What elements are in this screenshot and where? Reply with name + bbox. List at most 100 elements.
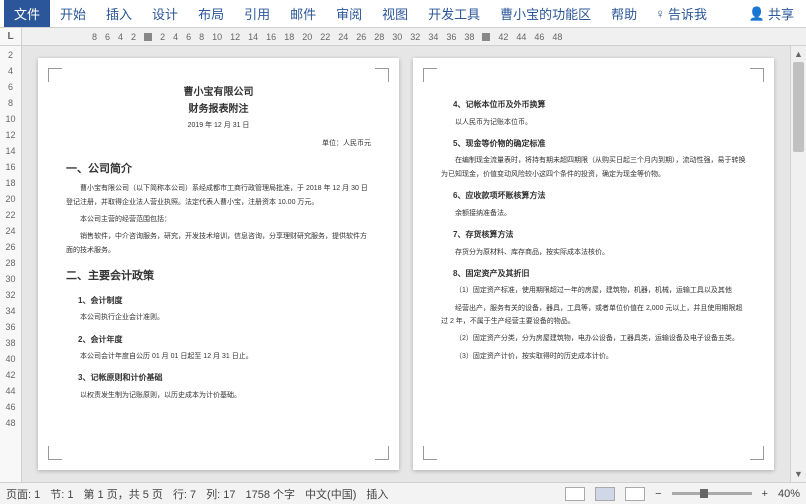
vertical-ruler[interactable]: 2 4 6 8 10 12 14 16 18 20 22 24 26 28 30… xyxy=(0,46,22,482)
paragraph: 经营出产，服务有关的设备，器具，工具等，或者单位价值在 2,000 元以上，并且… xyxy=(441,302,746,329)
crop-mark-icon xyxy=(375,446,389,460)
ruler-tick: 38 xyxy=(5,338,15,348)
status-word-count[interactable]: 1758 个字 xyxy=(246,486,296,502)
ruler-tick: 36 xyxy=(5,322,15,332)
status-col[interactable]: 列: 17 xyxy=(206,486,235,502)
paragraph: 存货分为原材料、库存商品，按实际成本法核价。 xyxy=(441,246,746,259)
crop-mark-icon xyxy=(48,446,62,460)
ruler-tick: 6 xyxy=(105,32,110,42)
ruler-tick: 8 xyxy=(199,32,204,42)
heading-2: 6、应收款项坏账核算方法 xyxy=(441,189,746,203)
zoom-out-button[interactable]: − xyxy=(655,488,661,500)
ruler-tick: 2 xyxy=(160,32,165,42)
ruler-tick: 20 xyxy=(302,32,312,42)
scroll-up-icon[interactable]: ▲ xyxy=(791,46,806,62)
crop-mark-icon xyxy=(750,68,764,82)
ruler-tick: 28 xyxy=(5,258,15,268)
paragraph: 以人民币为记账本位币。 xyxy=(441,116,746,129)
tab-help[interactable]: 帮助 xyxy=(601,0,647,27)
status-page-of[interactable]: 第 1 页，共 5 页 xyxy=(83,486,162,502)
vertical-scrollbar[interactable]: ▲ ▼ xyxy=(790,46,806,482)
ruler-tick: 12 xyxy=(5,130,15,140)
ruler-tick: 44 xyxy=(516,32,526,42)
tab-insert[interactable]: 插入 xyxy=(96,0,142,27)
ruler-tick: 38 xyxy=(464,32,474,42)
ruler-tick: 34 xyxy=(5,306,15,316)
view-print-layout-button[interactable] xyxy=(595,487,615,501)
indent-marker-icon[interactable] xyxy=(482,33,490,41)
ruler-tick: 18 xyxy=(5,178,15,188)
crop-mark-icon xyxy=(423,68,437,82)
ruler-tick: 6 xyxy=(8,82,13,92)
tab-review[interactable]: 审阅 xyxy=(326,0,372,27)
ruler-tick: 6 xyxy=(186,32,191,42)
crop-mark-icon xyxy=(375,68,389,82)
zoom-slider[interactable] xyxy=(672,492,752,495)
heading-2: 3、记帐原则和计价基础 xyxy=(66,371,371,385)
status-bar: 页面: 1 节: 1 第 1 页，共 5 页 行: 7 列: 17 1758 个… xyxy=(0,482,806,504)
heading-2: 4、记帐本位币及外币换算 xyxy=(441,98,746,112)
scrollbar-track[interactable] xyxy=(791,62,806,466)
heading-2: 1、会计制度 xyxy=(66,294,371,308)
ruler-tick: 8 xyxy=(92,32,97,42)
horizontal-ruler-row: L 8 6 4 2 2 4 6 8 10 12 14 16 18 20 22 2… xyxy=(0,28,806,46)
paragraph: 本公司执行企业会计准则。 xyxy=(66,311,371,324)
doc-company-title: 曹小宝有限公司 xyxy=(66,84,371,101)
ruler-tick: 12 xyxy=(230,32,240,42)
scrollbar-thumb[interactable] xyxy=(793,62,804,152)
tell-me-label: 告诉我 xyxy=(668,4,707,23)
tab-mailings[interactable]: 邮件 xyxy=(280,0,326,27)
ruler-tick: 46 xyxy=(5,402,15,412)
page-2[interactable]: 4、记帐本位币及外币换算 以人民币为记账本位币。 5、现金等价物的确定标准 在编… xyxy=(413,58,774,470)
status-language[interactable]: 中文(中国) xyxy=(305,486,356,502)
ruler-tick: 22 xyxy=(5,210,15,220)
view-web-layout-button[interactable] xyxy=(625,487,645,501)
ruler-tick: 48 xyxy=(5,418,15,428)
tab-developer[interactable]: 开发工具 xyxy=(418,0,490,27)
tab-home[interactable]: 开始 xyxy=(50,0,96,27)
tab-references[interactable]: 引用 xyxy=(234,0,280,27)
ruler-tick: 48 xyxy=(552,32,562,42)
ruler-tick: 18 xyxy=(284,32,294,42)
ruler-tick: 10 xyxy=(5,114,15,124)
ruler-tick: 4 xyxy=(118,32,123,42)
share-icon: 👤 xyxy=(749,6,765,22)
tell-me[interactable]: ♀ 告诉我 xyxy=(647,0,715,27)
tab-layout[interactable]: 布局 xyxy=(188,0,234,27)
ruler-corner[interactable]: L xyxy=(0,28,22,45)
document-area[interactable]: 曹小宝有限公司 财务报表附注 2019 年 12 月 31 日 单位：人民币元 … xyxy=(22,46,790,482)
view-read-mode-button[interactable] xyxy=(565,487,585,501)
status-page[interactable]: 页面: 1 xyxy=(6,486,40,502)
paragraph: （1）固定资产标准，使用期限超过一年的房屋，建筑物，机器，机械，运输工具以及其他 xyxy=(441,284,746,297)
paragraph: 曹小宝有限公司（以下简称本公司）系经成都市工商行政管理局批准，于 2018 年 … xyxy=(66,182,371,209)
indent-marker-icon[interactable] xyxy=(144,33,152,41)
share-label: 共享 xyxy=(768,4,794,23)
paragraph: （2）固定资产分类，分为房屋建筑物，电办公设备，工器具类，运输设备及电子设备五类… xyxy=(441,332,746,345)
tab-file[interactable]: 文件 xyxy=(4,0,50,27)
zoom-level[interactable]: 40% xyxy=(778,488,800,500)
tab-design[interactable]: 设计 xyxy=(142,0,188,27)
tab-view[interactable]: 视图 xyxy=(372,0,418,27)
ruler-tick: 42 xyxy=(498,32,508,42)
ruler-tick: 16 xyxy=(266,32,276,42)
ruler-tick: 24 xyxy=(5,226,15,236)
share-button[interactable]: 👤 共享 xyxy=(741,0,802,27)
status-insert-mode[interactable]: 插入 xyxy=(366,486,388,502)
page-1[interactable]: 曹小宝有限公司 财务报表附注 2019 年 12 月 31 日 单位：人民币元 … xyxy=(38,58,399,470)
heading-2: 7、存货核算方法 xyxy=(441,228,746,242)
paragraph: 在编制现金流量表时，将持有期未超四期限（从购买日起三个月内到期），流动性强，易于… xyxy=(441,154,746,181)
ruler-tick: 4 xyxy=(8,66,13,76)
ruler-tick: 42 xyxy=(5,370,15,380)
horizontal-ruler[interactable]: 8 6 4 2 2 4 6 8 10 12 14 16 18 20 22 24 … xyxy=(22,28,806,45)
zoom-slider-handle[interactable] xyxy=(700,489,708,498)
ruler-tick: 2 xyxy=(8,50,13,60)
zoom-in-button[interactable]: + xyxy=(762,488,768,500)
ruler-tick: 4 xyxy=(173,32,178,42)
scroll-down-icon[interactable]: ▼ xyxy=(791,466,806,482)
status-row[interactable]: 行: 7 xyxy=(173,486,196,502)
tab-custom[interactable]: 曹小宝的功能区 xyxy=(490,0,601,27)
heading-1: 一、公司简介 xyxy=(66,160,371,179)
status-section[interactable]: 节: 1 xyxy=(50,486,73,502)
paragraph: 销售软件，中介咨询服务，研究，开发技术培训，信息咨询，分享理财研究服务，提供软件… xyxy=(66,230,371,257)
doc-unit: 单位：人民币元 xyxy=(66,138,371,150)
